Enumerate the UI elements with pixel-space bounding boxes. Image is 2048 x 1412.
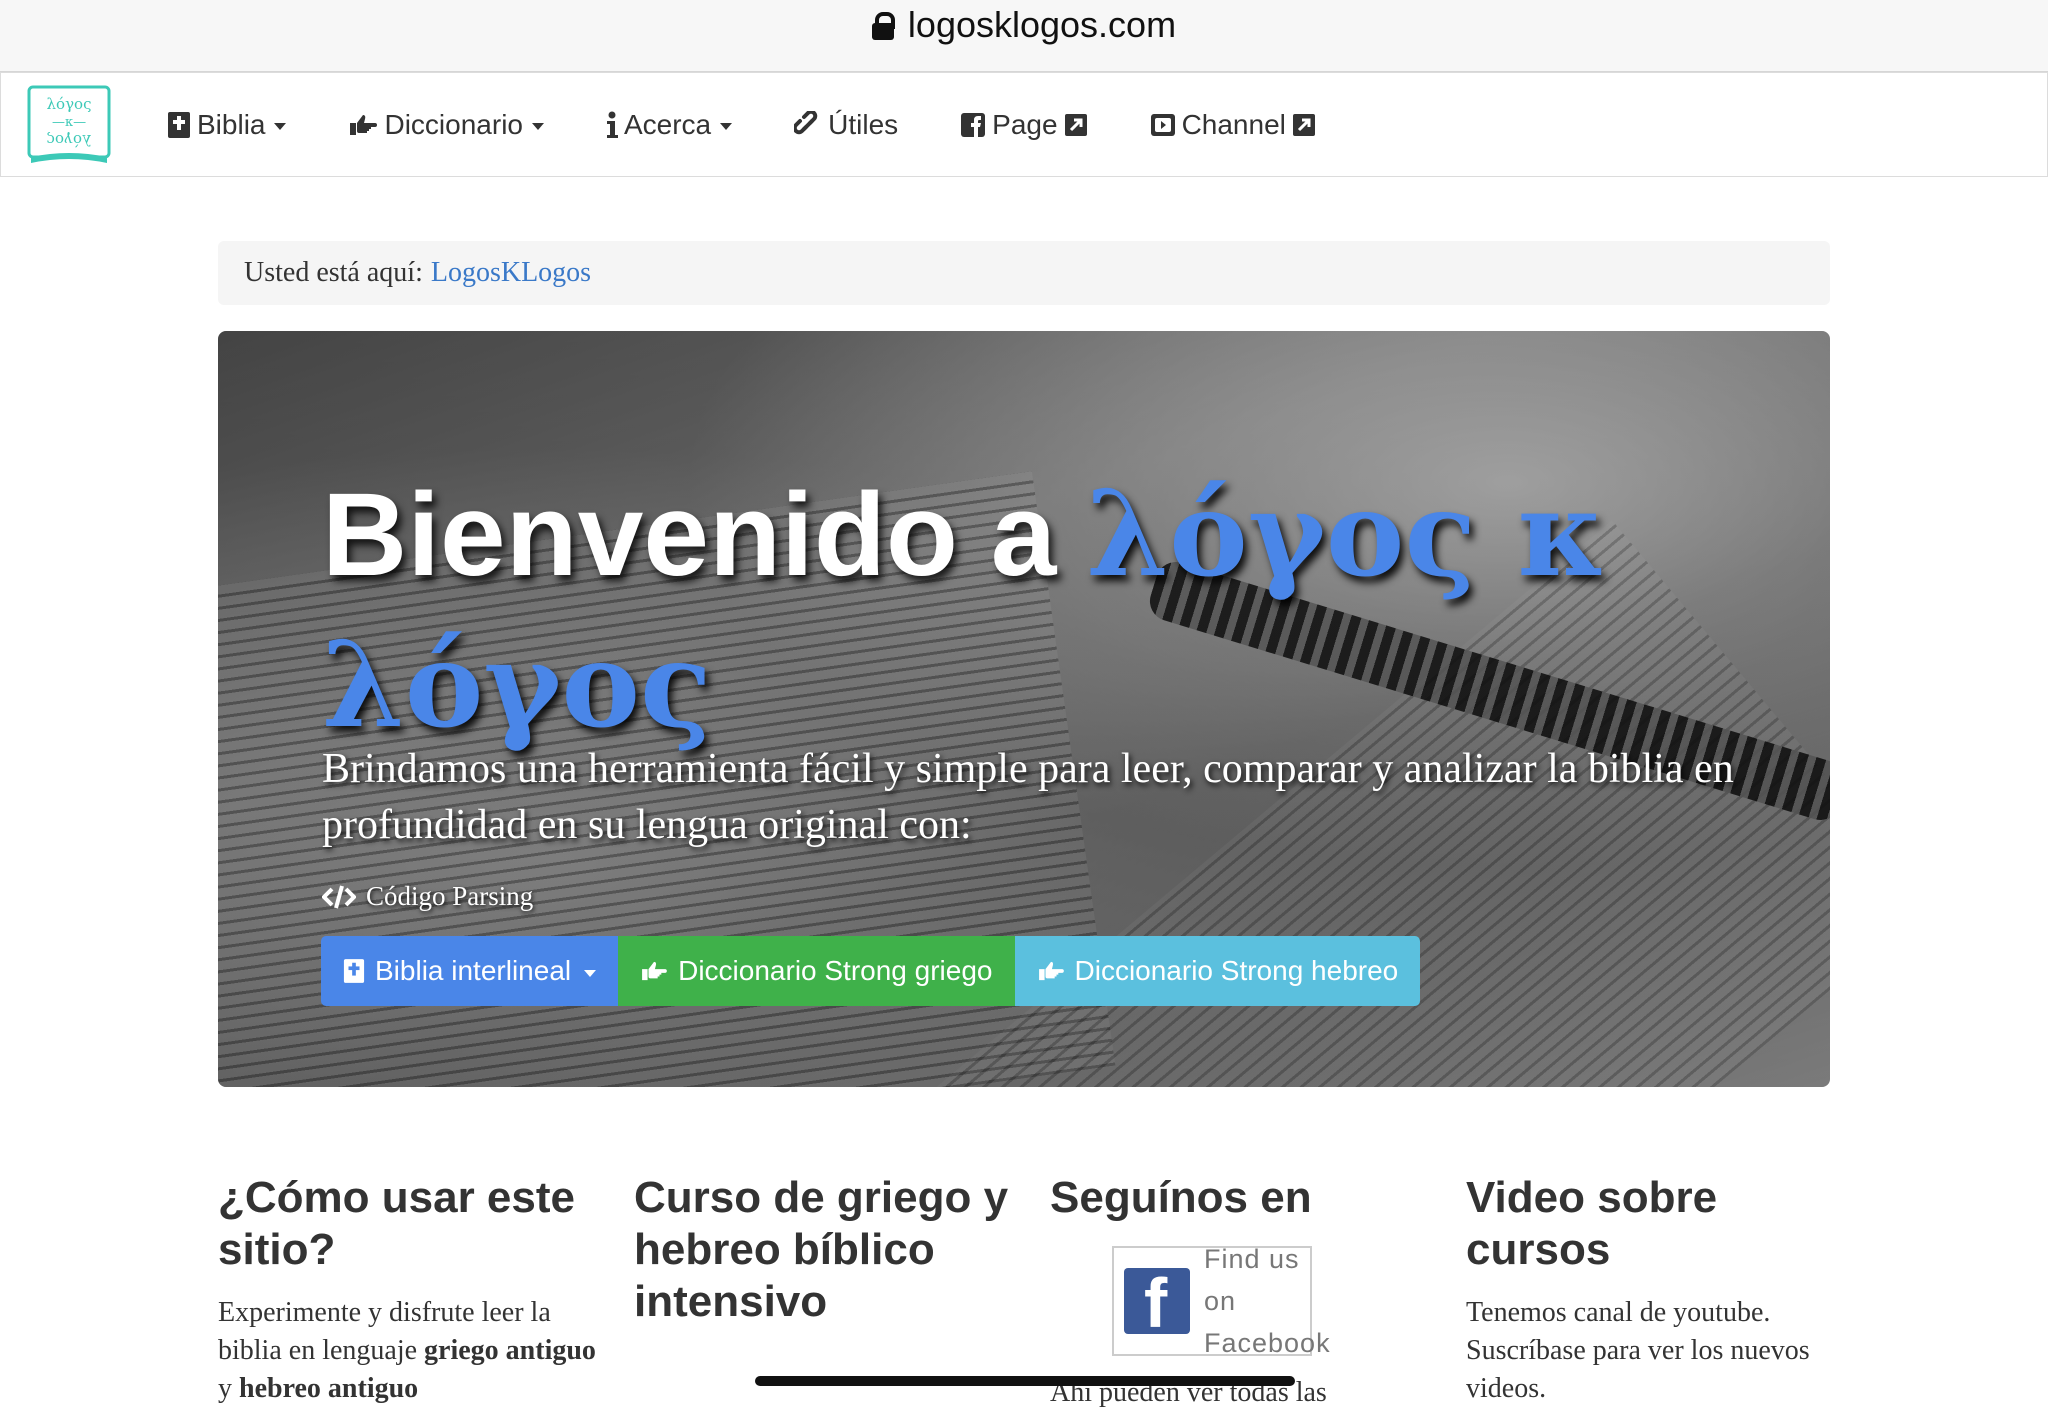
nav-utiles-label: Útiles: [828, 109, 898, 141]
site-logo[interactable]: λόγος —κ— λόγος: [27, 85, 111, 165]
pointing-hand-icon: [640, 960, 668, 982]
column-title: ¿Cómo usar este sitio?: [218, 1172, 598, 1276]
pointing-hand-icon: [1037, 960, 1065, 982]
youtube-icon: [1150, 113, 1176, 137]
code-icon: [322, 884, 356, 910]
nav-channel-label: Channel: [1182, 109, 1286, 141]
column-text-bold: griego antiguo: [424, 1335, 596, 1366]
nav-utiles[interactable]: Útiles: [794, 109, 898, 141]
chevron-down-icon: [532, 123, 544, 130]
nav-diccionario[interactable]: Diccionario: [348, 109, 544, 141]
nav-diccionario-label: Diccionario: [384, 109, 523, 141]
diccionario-griego-button[interactable]: Diccionario Strong griego: [618, 936, 1014, 1006]
hero-title-plain: Bienvenido a: [322, 469, 1056, 601]
hero-lead: Brindamos una herramienta fácil y simple…: [322, 741, 1742, 853]
nav-youtube-channel[interactable]: Channel: [1150, 109, 1316, 141]
lock-icon: [872, 12, 894, 38]
hero-title: Bienvenido aλόγος κ λόγος: [322, 459, 1742, 761]
nav-biblia[interactable]: Biblia: [167, 109, 286, 141]
diccionario-hebreo-button[interactable]: Diccionario Strong hebreo: [1015, 936, 1421, 1006]
external-link-icon: [1292, 113, 1316, 137]
external-link-icon: [1064, 113, 1088, 137]
breadcrumb-prefix: Usted está aquí:: [244, 257, 423, 289]
hero-feature: Código Parsing: [322, 881, 533, 912]
url-text: logosklogos.com: [908, 4, 1176, 46]
facebook-icon: [960, 112, 986, 138]
diccionario-hebreo-label: Diccionario Strong hebreo: [1075, 955, 1399, 987]
hero-jumbotron: Bienvenido aλόγος κ λόγος Brindamos una …: [218, 331, 1830, 1087]
hero-button-group: Biblia interlineal Diccionario Strong gr…: [321, 936, 1420, 1006]
column-title: Video sobre cursos: [1466, 1172, 1846, 1276]
hero-feature-label: Código Parsing: [366, 881, 533, 912]
chevron-down-icon: [584, 970, 596, 977]
svg-text:λόγος: λόγος: [47, 95, 92, 113]
svg-text:—κ—: —κ—: [52, 115, 86, 130]
site-navbar: λόγος —κ— λόγος Biblia Diccionario Acerc…: [0, 72, 2048, 177]
chevron-down-icon: [274, 123, 286, 130]
facebook-badge[interactable]: f Find us on Facebook: [1112, 1246, 1312, 1356]
nav-facebook-page[interactable]: Page: [960, 109, 1087, 141]
browser-address-bar[interactable]: logosklogos.com: [0, 0, 2048, 72]
column-text-bold: hebreo antiguo: [239, 1373, 418, 1404]
svg-text:λόγος: λόγος: [47, 131, 92, 149]
column-text: Experimente y disfrute leer la biblia en…: [218, 1294, 598, 1408]
chevron-down-icon: [720, 123, 732, 130]
url-display[interactable]: logosklogos.com: [872, 4, 1176, 46]
nav-acerca-label: Acerca: [624, 109, 711, 141]
column-text-mid: y: [218, 1373, 239, 1404]
pointing-hand-icon: [348, 113, 378, 137]
nav-page-label: Page: [992, 109, 1057, 141]
facebook-logo-icon: f: [1124, 1268, 1190, 1334]
nav-acerca[interactable]: Acerca: [606, 109, 732, 141]
breadcrumb: Usted está aquí: LogosKLogos: [218, 241, 1830, 305]
facebook-badge-text: Find us on Facebook: [1204, 1238, 1331, 1364]
column-title[interactable]: Curso de griego y hebreo bíblico intensi…: [634, 1172, 1014, 1328]
biblia-interlineal-button[interactable]: Biblia interlineal: [321, 936, 618, 1006]
link-icon: [794, 111, 822, 139]
diccionario-griego-label: Diccionario Strong griego: [678, 955, 992, 987]
biblia-interlineal-label: Biblia interlineal: [375, 955, 571, 987]
column-text: Tenemos canal de youtube. Suscríbase par…: [1466, 1294, 1846, 1408]
bible-icon: [343, 958, 365, 984]
home-indicator[interactable]: [755, 1376, 1295, 1386]
nav-biblia-label: Biblia: [197, 109, 265, 141]
column-title: Seguínos en: [1050, 1172, 1430, 1224]
column-como-usar: ¿Cómo usar este sitio? Experimente y dis…: [218, 1172, 598, 1408]
column-curso: Curso de griego y hebreo bíblico intensi…: [634, 1172, 1014, 1328]
info-icon: [606, 111, 618, 139]
bible-icon: [167, 111, 191, 139]
breadcrumb-home-link[interactable]: LogosKLogos: [431, 257, 591, 289]
column-video: Video sobre cursos Tenemos canal de yout…: [1466, 1172, 1846, 1408]
